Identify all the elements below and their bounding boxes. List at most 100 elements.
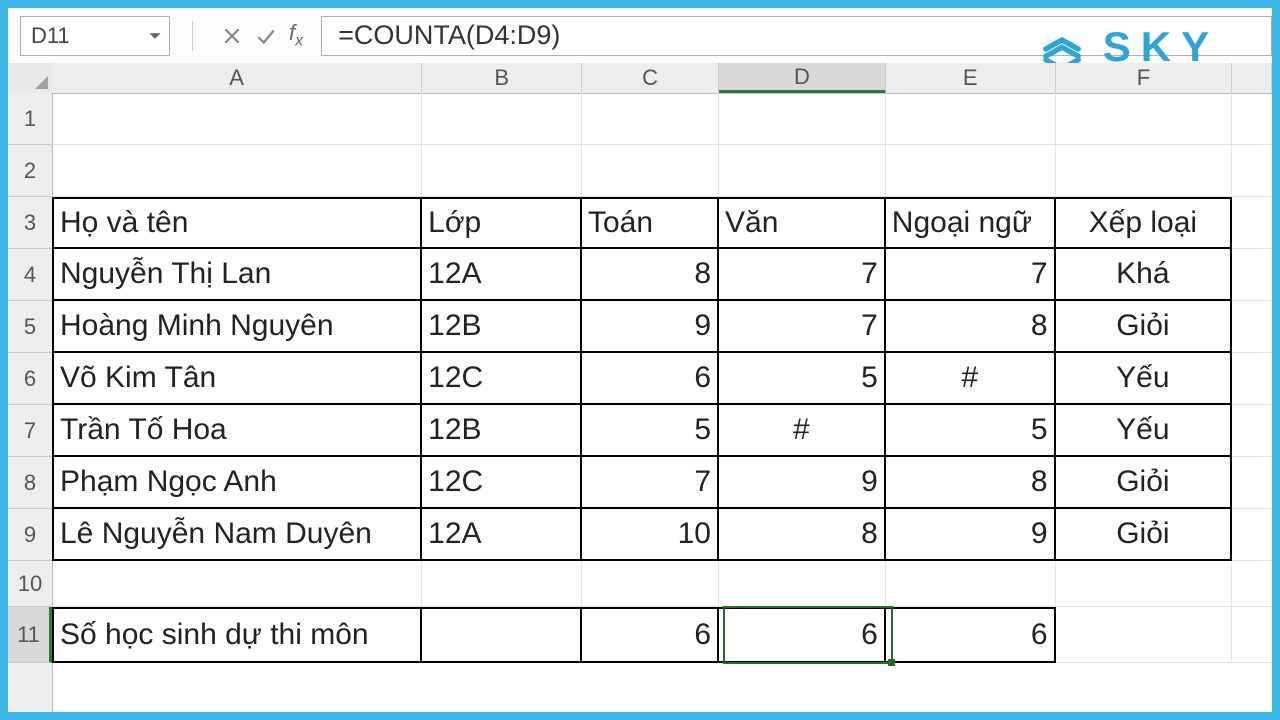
select-all-corner[interactable] [8, 63, 53, 94]
row-header-6[interactable]: 6 [8, 353, 52, 405]
cell-math[interactable]: 6 [582, 353, 719, 405]
cell-name[interactable]: Nguyễn Thị Lan [52, 249, 422, 301]
fx-icon[interactable]: fx [289, 20, 303, 50]
logo-title: SKY [1103, 26, 1248, 68]
app-frame: D11 fx =COUNTA(D4:D9) [8, 8, 1272, 712]
cell-header-name[interactable]: Họ và tên [52, 197, 422, 249]
row-header-9[interactable]: 9 [8, 509, 52, 561]
cancel-icon[interactable] [215, 17, 249, 55]
cell-tail [1232, 405, 1272, 457]
row-header-5[interactable]: 5 [8, 301, 52, 353]
cell-lang[interactable]: 8 [886, 457, 1056, 509]
cell-summary-label[interactable]: Số học sinh dự thi môn [52, 607, 422, 663]
cell-summary-lang[interactable]: 6 [886, 607, 1056, 663]
cell-class[interactable]: 12B [422, 405, 582, 457]
row-header-2[interactable]: 2 [8, 145, 52, 197]
cell-empty[interactable] [1056, 145, 1233, 197]
cell-rank[interactable]: Yếu [1056, 405, 1233, 457]
cell-class[interactable]: 12A [422, 249, 582, 301]
cell-lit[interactable]: 8 [719, 509, 886, 561]
cell-lit[interactable]: 7 [719, 301, 886, 353]
cell-math[interactable]: 9 [582, 301, 719, 353]
cell-name[interactable]: Võ Kim Tân [52, 353, 422, 405]
cell-empty[interactable] [52, 561, 422, 607]
cell-header-math[interactable]: Toán [582, 197, 719, 249]
spreadsheet-grid[interactable]: ABCDEF 1234567891011 Họ và tênLớpToánVăn… [8, 63, 1272, 712]
row-header-1[interactable]: 1 [8, 93, 52, 145]
cell-header-class[interactable]: Lớp [422, 197, 582, 249]
cell-name[interactable]: Hoàng Minh Nguyên [52, 301, 422, 353]
cell-class[interactable]: 12C [422, 457, 582, 509]
cell-class[interactable]: 12A [422, 509, 582, 561]
cell-lang[interactable]: 8 [886, 301, 1056, 353]
cell-empty[interactable] [582, 561, 719, 607]
cell-lang[interactable]: 7 [886, 249, 1056, 301]
name-box-dropdown[interactable] [141, 17, 169, 55]
cell-tail [1232, 353, 1272, 405]
row-header-4[interactable]: 4 [8, 249, 52, 301]
cell-empty[interactable] [886, 561, 1056, 607]
cells-area[interactable]: Họ và tênLớpToánVănNgoại ngữXếp loại Nguy… [52, 93, 1272, 712]
enter-icon[interactable] [249, 17, 283, 55]
cell-math[interactable]: 7 [582, 457, 719, 509]
name-box[interactable]: D11 [20, 16, 170, 56]
cell-empty[interactable] [422, 561, 582, 607]
column-headers: ABCDEF [52, 63, 1272, 94]
cell-summary-math[interactable]: 6 [582, 607, 719, 663]
cell-empty[interactable] [52, 93, 422, 145]
column-header-B[interactable]: B [422, 63, 582, 93]
cell-empty[interactable] [582, 93, 719, 145]
column-header-D[interactable]: D [719, 63, 886, 93]
row-header-7[interactable]: 7 [8, 405, 52, 457]
cell-empty[interactable] [422, 93, 582, 145]
cell-empty[interactable] [1056, 607, 1233, 663]
cell-tail [1232, 509, 1272, 561]
cell-lang[interactable]: 9 [886, 509, 1056, 561]
cell-lang[interactable]: 5 [886, 405, 1056, 457]
cell-empty[interactable] [422, 145, 582, 197]
cell-empty[interactable] [886, 145, 1056, 197]
cell-class[interactable]: 12B [422, 301, 582, 353]
cell-empty[interactable] [886, 93, 1056, 145]
cell-empty[interactable] [1056, 93, 1233, 145]
separator [192, 21, 193, 51]
cell-empty[interactable] [719, 561, 886, 607]
cell-summary-blank[interactable] [422, 607, 582, 663]
cell-class[interactable]: 12C [422, 353, 582, 405]
cell-lit[interactable]: 5 [719, 353, 886, 405]
cell-name[interactable]: Phạm Ngọc Anh [52, 457, 422, 509]
column-header-C[interactable]: C [582, 63, 719, 93]
column-header-A[interactable]: A [52, 63, 422, 93]
cell-empty[interactable] [582, 145, 719, 197]
cell-math[interactable]: 5 [582, 405, 719, 457]
cell-math[interactable]: 10 [582, 509, 719, 561]
cell-empty[interactable] [52, 145, 422, 197]
cell-empty[interactable] [1056, 561, 1233, 607]
column-header-E[interactable]: E [886, 63, 1056, 93]
cell-rank[interactable]: Khá [1056, 249, 1233, 301]
cell-lit[interactable]: 9 [719, 457, 886, 509]
cell-lit[interactable]: # [719, 405, 886, 457]
cell-math[interactable]: 8 [582, 249, 719, 301]
cell-lang[interactable]: # [886, 353, 1056, 405]
cell-empty[interactable] [719, 93, 886, 145]
cell-rank[interactable]: Giỏi [1056, 301, 1233, 353]
cell-rank[interactable]: Giỏi [1056, 457, 1233, 509]
cell-header-lit[interactable]: Văn [719, 197, 886, 249]
cell-header-rank[interactable]: Xếp loại [1056, 197, 1233, 249]
cell-summary-lit[interactable]: 6 [719, 607, 886, 663]
row-header-3[interactable]: 3 [8, 197, 52, 249]
cell-rank[interactable]: Giỏi [1056, 509, 1233, 561]
cell-header-lang[interactable]: Ngoại ngữ [886, 197, 1056, 249]
cell-name[interactable]: Trần Tố Hoa [52, 405, 422, 457]
row-header-10[interactable]: 10 [8, 561, 52, 607]
cell-lit[interactable]: 7 [719, 249, 886, 301]
cell-rank[interactable]: Yếu [1056, 353, 1233, 405]
formula-text: =COUNTA(D4:D9) [338, 20, 560, 51]
cell-name[interactable]: Lê Nguyễn Nam Duyên [52, 509, 422, 561]
cell-tail [1232, 301, 1272, 353]
row-header-11[interactable]: 11 [8, 607, 52, 663]
column-header-F[interactable]: F [1056, 63, 1233, 93]
row-header-8[interactable]: 8 [8, 457, 52, 509]
cell-empty[interactable] [719, 145, 886, 197]
